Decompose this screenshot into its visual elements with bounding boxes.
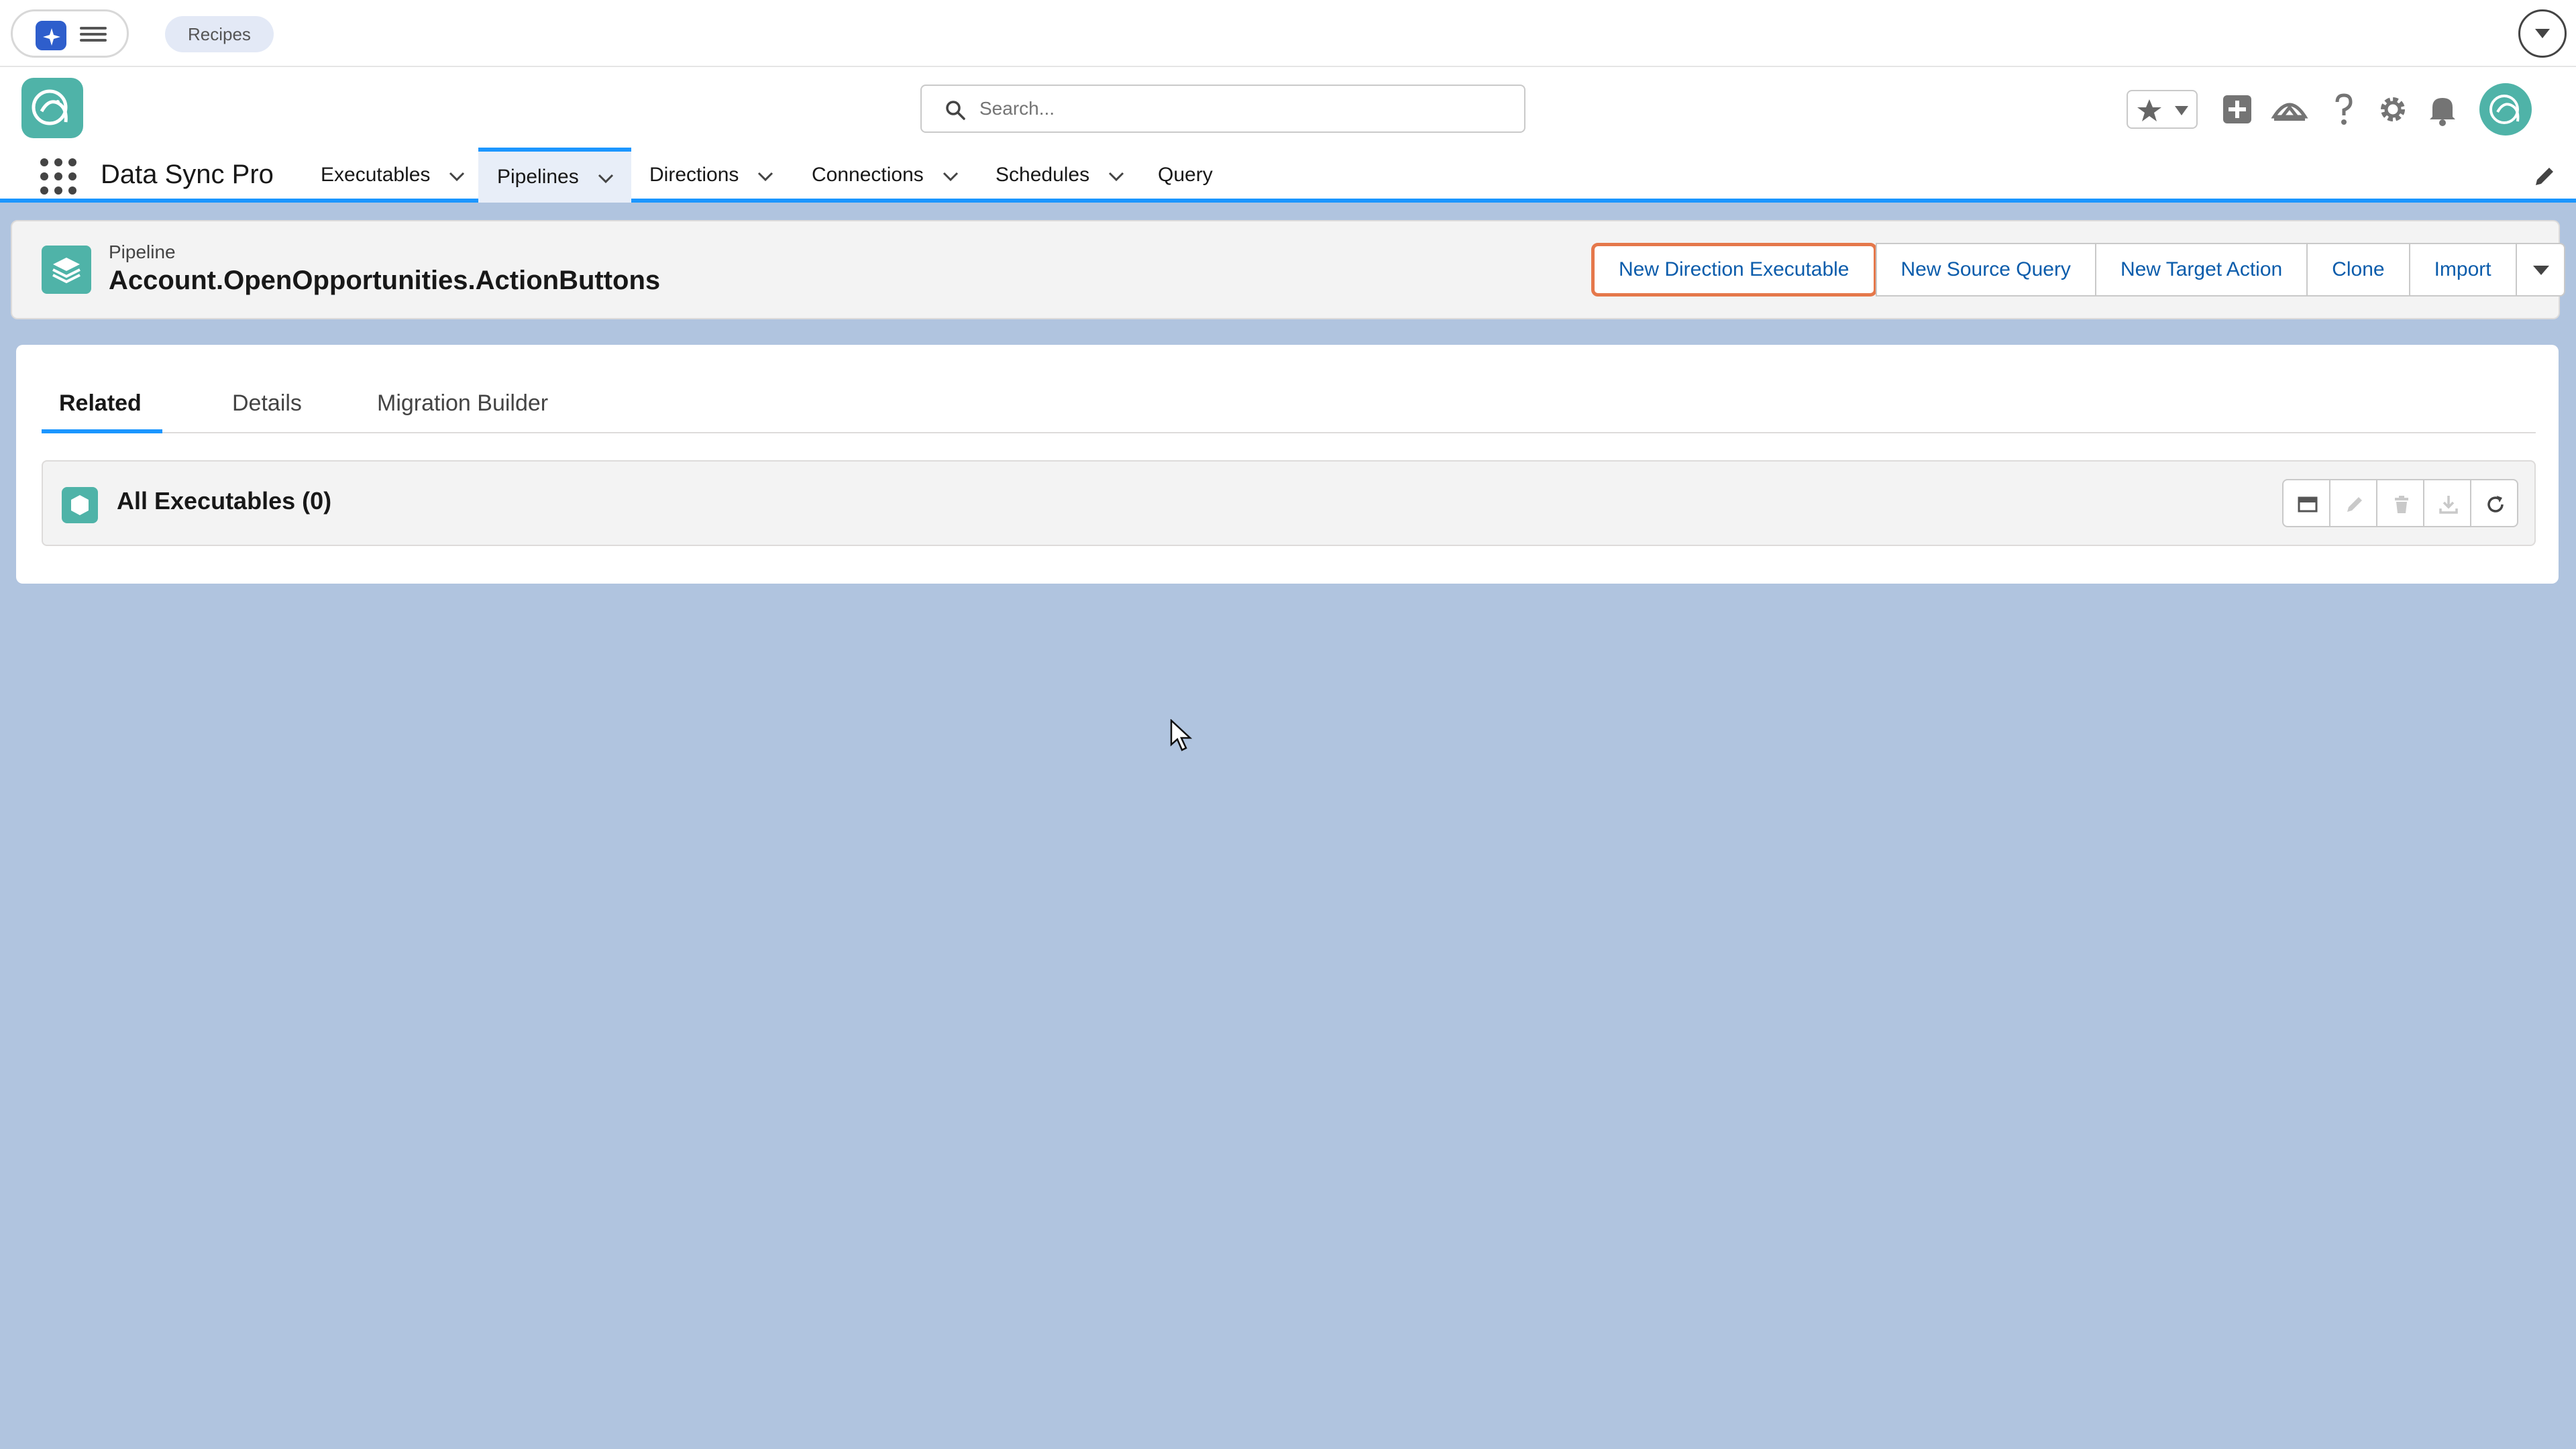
setup-gear-icon[interactable] (2373, 90, 2412, 129)
chevron-down-icon[interactable] (757, 171, 773, 182)
nav-item-label: Schedules (996, 164, 1090, 186)
related-list-toolbar (2282, 479, 2518, 527)
chevron-down-icon[interactable] (943, 171, 959, 182)
nav-item-label: Executables (321, 164, 431, 186)
table-view-icon[interactable] (2282, 479, 2330, 527)
more-actions-button[interactable] (2515, 243, 2565, 297)
tab-details[interactable]: Details (232, 366, 302, 433)
app-header: Search... Data Sync Pro Executables Pipe… (0, 67, 2576, 203)
tab-migration-builder[interactable]: Migration Builder (377, 366, 548, 433)
download-icon[interactable] (2423, 479, 2471, 527)
chevron-down-icon[interactable] (1108, 171, 1124, 182)
chevron-down-icon[interactable] (449, 171, 465, 182)
delete-icon[interactable] (2376, 479, 2424, 527)
new-target-action-button[interactable]: New Target Action (2094, 243, 2308, 297)
nav-item-directions[interactable]: Directions (649, 148, 791, 203)
help-icon[interactable] (2324, 90, 2363, 129)
tab-related[interactable]: Related (42, 366, 162, 433)
recipes-chip[interactable]: Recipes (165, 16, 274, 52)
record-title: Account.OpenOpportunities.ActionButtons (109, 266, 661, 295)
related-list-all-executables: All Executables (0) (42, 460, 2536, 546)
user-avatar[interactable] (2479, 83, 2532, 136)
chevron-down-icon[interactable] (2174, 105, 2190, 117)
refresh-icon[interactable] (2470, 479, 2518, 527)
sparkle-icon[interactable] (36, 21, 66, 50)
browser-top-strip: Recipes (0, 0, 2576, 67)
agent-toggle-pill[interactable] (11, 9, 129, 58)
nav-item-schedules[interactable]: Schedules (996, 148, 1142, 203)
global-search-input[interactable]: Search... (920, 85, 1525, 133)
nav-item-label: Query (1158, 164, 1213, 186)
record-actions-group: New Direction Executable New Source Quer… (1591, 243, 2565, 297)
executable-hexagon-icon (62, 487, 98, 523)
app-name: Data Sync Pro (101, 160, 274, 189)
chevron-down-icon[interactable] (2518, 9, 2567, 58)
add-icon[interactable] (2218, 90, 2257, 129)
nav-item-label: Connections (812, 164, 924, 186)
app-logo-icon[interactable] (21, 78, 83, 138)
nav-item-query[interactable]: Query (1158, 148, 1230, 203)
nav-item-label: Directions (649, 164, 739, 186)
record-highlights-panel: Pipeline Account.OpenOpportunities.Actio… (11, 220, 2565, 319)
edit-nav-pencil-icon[interactable] (2533, 165, 2556, 188)
record-detail-card: Related Details Migration Builder All Ex… (16, 345, 2559, 584)
chevron-down-icon (2532, 266, 2549, 275)
search-icon (946, 101, 965, 120)
trailhead-icon[interactable] (2270, 90, 2309, 129)
app-launcher-icon[interactable] (40, 158, 76, 195)
notifications-bell-icon[interactable] (2423, 90, 2462, 129)
record-tabs: Related Details Migration Builder (42, 366, 2536, 433)
nav-item-executables[interactable]: Executables (321, 148, 482, 203)
pipeline-layers-icon (42, 246, 91, 294)
nav-item-pipelines[interactable]: Pipelines (478, 148, 631, 203)
favorites-button-group[interactable] (2127, 90, 2198, 129)
nav-item-connections[interactable]: Connections (812, 148, 976, 203)
search-placeholder: Search... (979, 98, 1055, 119)
mouse-cursor-icon (1170, 719, 1193, 751)
new-direction-executable-button[interactable]: New Direction Executable (1591, 243, 1877, 297)
star-icon[interactable] (2136, 98, 2163, 123)
chevron-down-icon[interactable] (598, 173, 614, 184)
hamburger-menu-icon[interactable] (80, 23, 107, 48)
related-list-title[interactable]: All Executables (0) (117, 487, 331, 515)
clone-button[interactable]: Clone (2306, 243, 2410, 297)
import-button[interactable]: Import (2408, 243, 2517, 297)
edit-icon[interactable] (2329, 479, 2377, 527)
new-source-query-button[interactable]: New Source Query (1875, 243, 2096, 297)
record-object-label: Pipeline (109, 241, 176, 262)
nav-item-label: Pipelines (497, 166, 579, 188)
